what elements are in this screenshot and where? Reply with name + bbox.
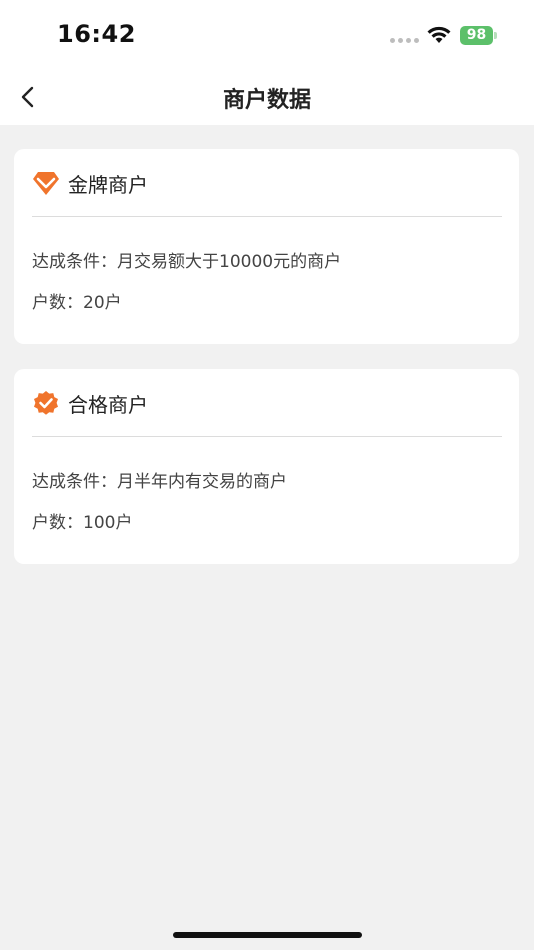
merchant-card-gold: 金牌商户 达成条件：月交易额大于10000元的商户 户数：20户 [14,149,519,344]
card-header: 金牌商户 [32,168,148,198]
battery-icon: 98 [460,26,493,45]
divider [32,216,502,217]
card-title: 金牌商户 [68,172,148,197]
count-label: 户数： [32,513,83,533]
condition-label: 达成条件： [32,472,117,492]
count-row: 户数：20户 [32,288,122,313]
gold-diamond-badge-icon [33,172,59,195]
divider [32,436,502,437]
card-header: 合格商户 [32,388,148,418]
condition-label: 达成条件： [32,252,117,272]
count-value: 20户 [83,293,122,313]
condition-value: 月交易额大于10000元的商户 [117,252,342,272]
card-title: 合格商户 [68,392,148,417]
qualified-check-badge-icon [34,391,58,415]
count-row: 户数：100户 [32,508,132,533]
status-bar: 16:42 98 [0,0,534,70]
cellular-signal-icon [390,38,419,43]
status-time: 16:42 [57,20,136,48]
battery-cap [494,32,497,39]
condition-value: 月半年内有交易的商户 [117,472,287,492]
count-label: 户数： [32,293,83,313]
wifi-icon [427,26,451,43]
home-indicator[interactable] [173,932,362,938]
merchant-card-qualified: 合格商户 达成条件：月半年内有交易的商户 户数：100户 [14,369,519,564]
navigation-bar: 商户数据 [0,70,534,125]
condition-row: 达成条件：月交易额大于10000元的商户 [32,247,341,272]
page-title: 商户数据 [222,88,311,113]
condition-row: 达成条件：月半年内有交易的商户 [32,467,287,492]
count-value: 100户 [83,513,133,533]
